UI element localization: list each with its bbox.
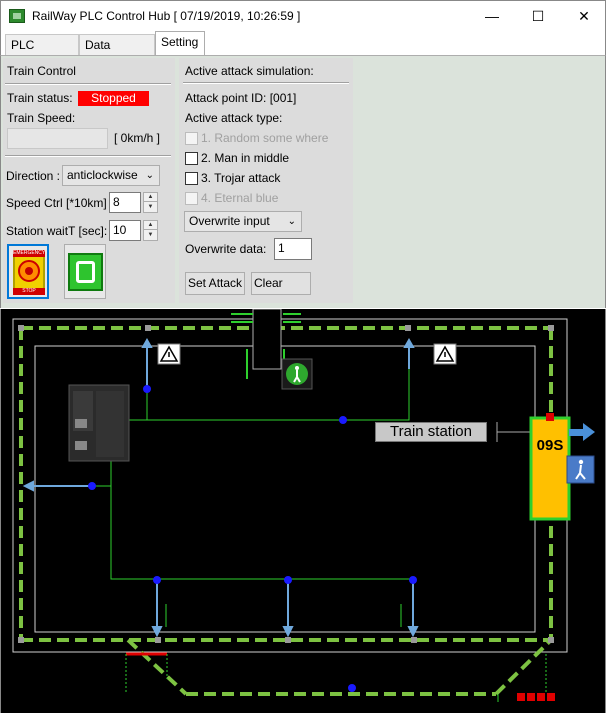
train-speed-value: [ 0km/h ] <box>114 131 161 145</box>
attack-type-3-label: 3. Trojar attack <box>201 171 281 185</box>
title-bar: RailWay PLC Control Hub [ 07/19/2019, 10… <box>0 0 606 31</box>
attack-type-2-label: 2. Man in middle <box>201 151 290 165</box>
overwrite-data-label: Overwrite data: <box>185 242 267 256</box>
pedestrian-signal-icon <box>281 358 313 390</box>
set-attack-button[interactable]: Set Attack <box>185 272 245 295</box>
stepper-up-icon[interactable]: ▲ <box>144 221 157 230</box>
railway-track-view: Train station 09S <box>0 309 606 713</box>
divider <box>183 82 349 84</box>
attack-type-label: Active attack type: <box>185 111 283 125</box>
tab-data-display[interactable]: Data Display <box>79 34 155 72</box>
stepper-down-icon[interactable]: ▼ <box>144 203 157 212</box>
warning-icon <box>433 343 457 365</box>
window-title: RailWay PLC Control Hub [ 07/19/2019, 10… <box>32 9 301 23</box>
close-button[interactable]: ✕ <box>561 1 606 32</box>
attack-type-3-checkbox[interactable] <box>185 172 198 185</box>
setting-panel: Train Control Train status: Stopped Trai… <box>0 55 606 308</box>
nodes <box>88 385 417 692</box>
stepper-up-icon[interactable]: ▲ <box>144 193 157 202</box>
plc-device-icon <box>68 384 130 462</box>
train-station-label: Train station <box>375 422 487 442</box>
direction-value: anticlockwise <box>67 168 138 182</box>
attack-mode-select[interactable]: Overwrite input ⌄ <box>184 211 302 232</box>
tab-plc-control[interactable]: PLC control <box>5 34 79 72</box>
app-icon <box>9 9 25 23</box>
clear-button[interactable]: Clear <box>251 272 311 295</box>
attack-type-1-label: 1. Random some where <box>201 131 329 145</box>
train-control-header: Train Control <box>7 64 76 78</box>
station-wait-stepper[interactable]: ▲ ▼ <box>143 220 158 241</box>
station-timer: 09S <box>536 437 564 454</box>
attack-type-1-checkbox[interactable] <box>185 132 198 145</box>
speed-ctrl-label: Speed Ctrl [*10km] <box>6 196 107 210</box>
attack-type-2-checkbox[interactable] <box>185 152 198 165</box>
speed-ctrl-input[interactable]: 8 <box>109 192 141 213</box>
stepper-down-icon[interactable]: ▼ <box>144 231 157 240</box>
attack-type-4-checkbox[interactable] <box>185 192 198 205</box>
track-canvas <box>12 309 595 702</box>
divider <box>5 83 171 85</box>
direction-label: Direction : <box>6 169 61 183</box>
warning-icon <box>157 343 181 365</box>
attack-type-4-label: 4. Eternal blue <box>201 191 279 205</box>
station-wait-input[interactable]: 10 <box>109 220 141 241</box>
tab-strip: PLC control Data Display Setting <box>0 31 606 72</box>
train-station-icon <box>496 413 571 521</box>
train-control-group: Train Control Train status: Stopped Trai… <box>3 58 175 303</box>
direction-select[interactable]: anticlockwise ⌄ <box>62 165 160 186</box>
minimize-button[interactable]: — <box>469 1 515 32</box>
train-speed-bar <box>7 128 108 149</box>
attack-simulation-group: Active attack simulation: Attack point I… <box>179 58 353 303</box>
train-status-badge: Stopped <box>78 91 149 106</box>
train-status-label: Train status: <box>7 91 73 105</box>
sensors <box>22 337 419 638</box>
divider <box>5 155 171 157</box>
plc-wiring <box>92 367 414 627</box>
station-wait-label: Station waitT [sec]: <box>6 224 108 238</box>
arrow-right-icon <box>569 423 595 441</box>
attack-point-id: Attack point ID: [001] <box>185 91 297 105</box>
speed-ctrl-stepper[interactable]: ▲ ▼ <box>143 192 158 213</box>
maximize-button[interactable]: ☐ <box>515 1 561 32</box>
resume-icon <box>68 253 103 291</box>
overwrite-data-input[interactable]: 1 <box>274 238 312 260</box>
crossing-box <box>252 309 282 370</box>
chevron-down-icon: ⌄ <box>145 170 154 181</box>
walking-person-icon <box>566 455 595 484</box>
emergency-stop-button[interactable]: EMERGENCY STOP <box>7 244 49 299</box>
train-speed-label: Train Speed: <box>7 111 76 125</box>
tab-setting[interactable]: Setting <box>155 31 205 55</box>
chevron-down-icon: ⌄ <box>287 216 296 227</box>
emergency-stop-icon: EMERGENCY STOP <box>13 250 46 295</box>
attack-mode-value: Overwrite input <box>189 214 270 228</box>
attack-header: Active attack simulation: <box>185 64 314 78</box>
resume-button[interactable] <box>64 244 106 299</box>
